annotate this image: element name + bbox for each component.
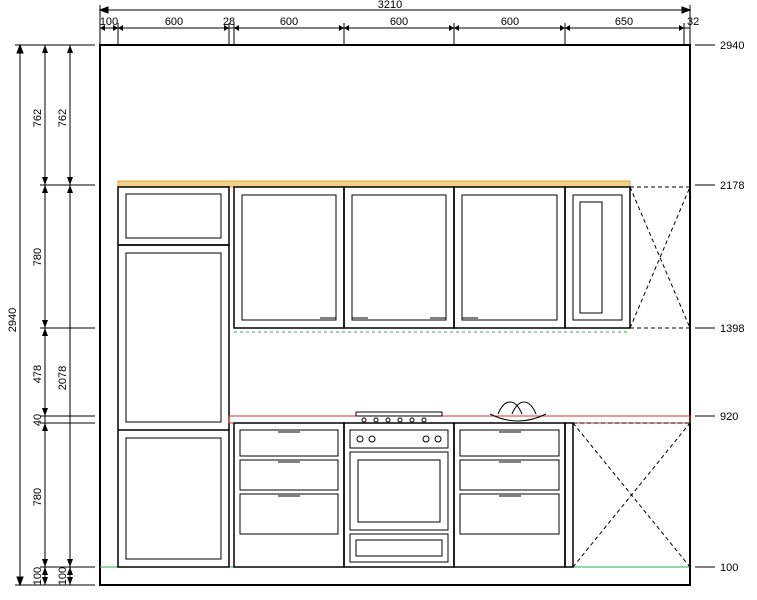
dim-left-i: 100 (57, 567, 69, 585)
dim-top-overall: 3210 (378, 0, 402, 11)
dims-right: 2940 2178 1398 920 100 (695, 40, 744, 574)
bowl-icon (490, 402, 546, 421)
dim-left-e: 780 (32, 488, 44, 506)
upper-cabinets (118, 187, 630, 332)
dim-left-overall: 2940 (7, 308, 19, 332)
dim-right-3: 1398 (720, 323, 744, 335)
dim-top-5: 600 (390, 16, 408, 28)
dim-left-h: 2078 (57, 366, 69, 390)
dim-right-2: 2178 (720, 180, 744, 192)
dim-right-1: 2940 (720, 40, 744, 52)
dim-top-6: 600 (501, 16, 519, 28)
dim-right-4: 920 (720, 411, 738, 423)
base-cabinets (234, 423, 573, 567)
dim-top-3: 28 (223, 16, 235, 28)
dims-left: 2940 762 780 478 40 780 100 762 207 (7, 45, 95, 585)
room-outline (100, 45, 690, 585)
dim-left-c: 478 (32, 365, 44, 383)
dim-left-d: 40 (32, 414, 44, 426)
dims-top-segments: 100 600 28 600 600 600 650 32 (100, 5, 699, 45)
upper-projection (630, 187, 690, 328)
dim-left-g: 762 (57, 109, 69, 127)
dim-right-5: 100 (720, 562, 738, 574)
dim-left-f: 100 (32, 567, 44, 585)
upper-cornice (118, 181, 630, 187)
dim-top-7: 650 (615, 16, 633, 28)
worktop (229, 402, 690, 423)
dim-top-1: 100 (100, 16, 118, 28)
dims-top: 3210 (100, 0, 699, 45)
lower-projection (573, 423, 690, 567)
dim-top-8: 32 (687, 16, 699, 28)
hob-icon (356, 412, 442, 422)
dim-left-a: 762 (32, 109, 44, 127)
tall-unit (118, 245, 229, 567)
dim-left-b: 780 (32, 248, 44, 266)
kitchen-elevation-drawing: 3210 (0, 0, 757, 600)
dim-top-4: 600 (280, 16, 298, 28)
dim-top-2: 600 (165, 16, 183, 28)
